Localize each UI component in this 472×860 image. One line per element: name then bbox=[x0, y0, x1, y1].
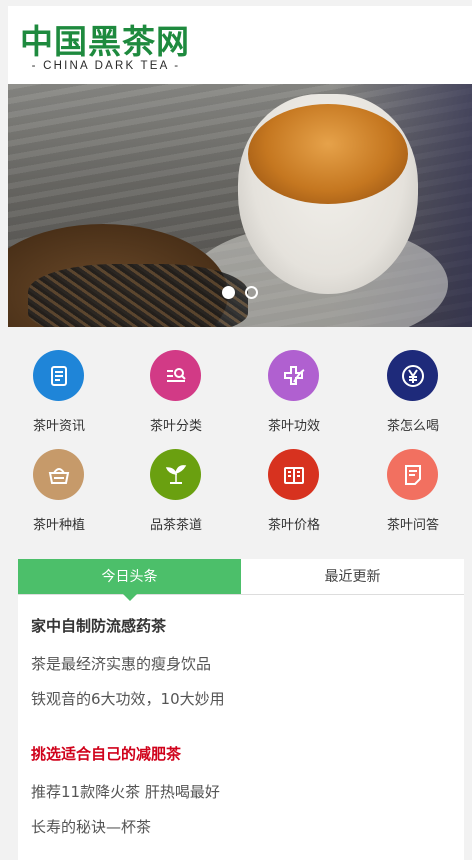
grid-label: 茶叶分类 bbox=[149, 419, 202, 434]
grid-item-tea-planting[interactable]: 茶叶种植 bbox=[0, 439, 118, 539]
banner-tea-leaves bbox=[28, 264, 248, 327]
news-tabs: 今日头条 最近更新 bbox=[18, 559, 464, 601]
banner-carousel[interactable] bbox=[8, 84, 472, 327]
news-item[interactable]: 推荐11款降火茶 肝热喝最好 bbox=[31, 781, 220, 802]
news-item[interactable]: 茶是最经济实惠的瘦身饮品 bbox=[31, 653, 211, 674]
news-panel: 今日头条 最近更新 家中自制防流感药茶 茶是最经济实惠的瘦身饮品 铁观音的6大功… bbox=[18, 559, 464, 860]
sprout-icon bbox=[150, 449, 201, 500]
banner-tea-liquid bbox=[248, 104, 408, 204]
yen-icon bbox=[387, 350, 438, 401]
tab-today-headlines[interactable]: 今日头条 bbox=[18, 559, 241, 601]
logo-chinese[interactable]: 中国黑茶网 bbox=[20, 22, 190, 62]
grid-label: 茶叶价格 bbox=[267, 518, 320, 533]
document-icon bbox=[33, 350, 84, 401]
news-item[interactable]: 铁观音的6大功效，10大妙用 bbox=[31, 688, 225, 709]
tab-recent-updates[interactable]: 最近更新 bbox=[241, 559, 464, 594]
grid-label: 茶叶种植 bbox=[32, 518, 85, 533]
site-header: 中国黑茶网 - CHINA DARK TEA - bbox=[8, 6, 472, 84]
grid-item-tea-qa[interactable]: 茶叶问答 bbox=[354, 439, 472, 539]
leaf-plus-icon bbox=[268, 350, 319, 401]
news-headline-2[interactable]: 挑选适合自己的减肥茶 bbox=[31, 743, 181, 764]
grid-label: 茶怎么喝 bbox=[386, 419, 439, 434]
news-item[interactable]: 长寿的秘诀—杯茶 bbox=[31, 816, 151, 837]
logo-english: - CHINA DARK TEA - bbox=[31, 60, 181, 72]
news-headline-1[interactable]: 家中自制防流感药茶 bbox=[31, 615, 166, 636]
grid-item-tea-price[interactable]: 茶叶价格 bbox=[235, 439, 353, 539]
carousel-dot-2[interactable] bbox=[245, 286, 258, 299]
carousel-dot-1[interactable] bbox=[222, 286, 235, 299]
grid-label: 茶叶问答 bbox=[386, 518, 439, 533]
grid-item-how-to-drink[interactable]: 茶怎么喝 bbox=[354, 340, 472, 440]
grid-item-tea-news[interactable]: 茶叶资讯 bbox=[0, 340, 118, 440]
grid-item-tea-ceremony[interactable]: 品茶茶道 bbox=[117, 439, 235, 539]
grid-label: 茶叶资讯 bbox=[32, 419, 85, 434]
grid-item-tea-category[interactable]: 茶叶分类 bbox=[117, 340, 235, 440]
price-book-icon bbox=[268, 449, 319, 500]
search-list-icon bbox=[150, 350, 201, 401]
grid-item-tea-effects[interactable]: 茶叶功效 bbox=[235, 340, 353, 440]
basket-icon bbox=[33, 449, 84, 500]
notepad-icon bbox=[387, 449, 438, 500]
carousel-dots bbox=[222, 286, 258, 299]
grid-label: 品茶茶道 bbox=[149, 518, 202, 533]
page: 中国黑茶网 - CHINA DARK TEA - 茶叶资讯 茶叶分类 茶叶功效 … bbox=[0, 0, 472, 860]
grid-label: 茶叶功效 bbox=[267, 419, 320, 434]
